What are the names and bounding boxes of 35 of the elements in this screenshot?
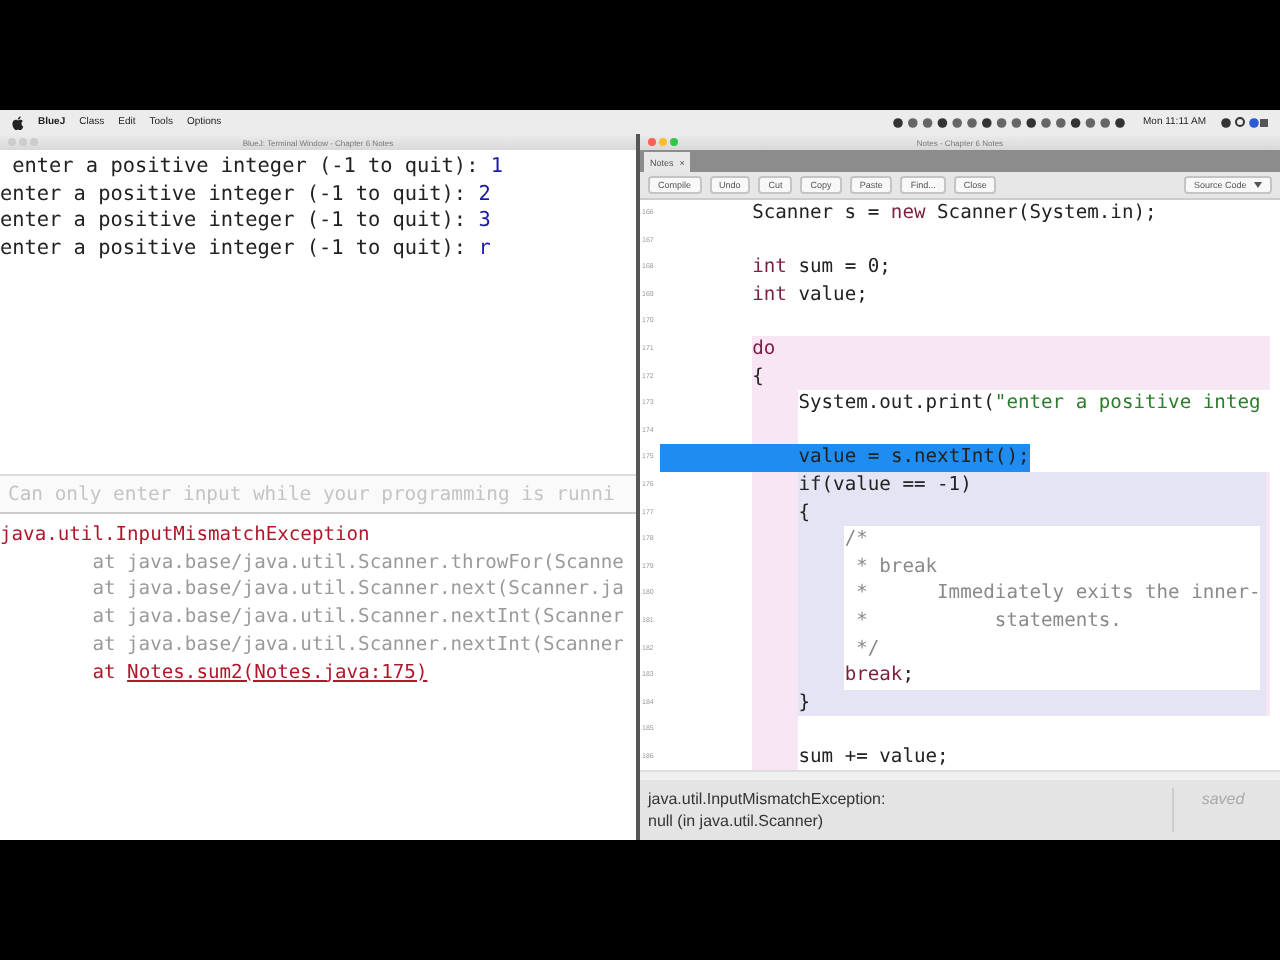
- code-line: Scanner s = new Scanner(System.in);: [750, 200, 1157, 228]
- status-message: java.util.InputMismatchException: null (in java.util.Scanner): [648, 788, 888, 832]
- code-line: int value;: [750, 281, 868, 309]
- code-line: }: [798, 689, 810, 717]
- code-line: */: [854, 635, 880, 663]
- code-line: sum += value;: [798, 743, 949, 770]
- apple-icon[interactable]: [12, 115, 24, 129]
- code-line: int sum = 0;: [750, 254, 891, 282]
- code-line: * break: [854, 553, 938, 581]
- code-line: {: [752, 363, 764, 391]
- code-line: {: [798, 499, 810, 527]
- window-controls-icon[interactable]: [646, 136, 682, 148]
- code-line: * statements.: [854, 607, 1122, 635]
- stack-frame: at Notes.sum2(Notes.java:175): [0, 659, 636, 687]
- stack-frame: at java.base/java.util.Scanner.next(Scanner.ja: [0, 576, 636, 605]
- code-line: * Immediately exits the inner-: [854, 580, 1261, 608]
- terminal-line: enter a positive integer (-1 to quit): r: [0, 235, 493, 262]
- scrollbar[interactable]: [640, 770, 1280, 780]
- source-link[interactable]: Notes.sum2(Notes.java:175): [127, 661, 428, 684]
- stack-frame: at java.base/java.util.Scanner.throwFor(Scanne: [0, 549, 636, 577]
- code-line: if(value == -1): [798, 471, 972, 500]
- terminal-line: enter a positive integer (-1 to quit): 2: [0, 181, 493, 208]
- stack-frame: at java.base/java.util.Scanner.nextInt(Scanner: [0, 631, 636, 660]
- terminal-line: enter a positive integer (-1 to quit): 3: [0, 208, 493, 235]
- code-line: do: [752, 335, 776, 364]
- stack-frame: at java.base/java.util.Scanner.nextInt(Scanner: [0, 604, 636, 632]
- code-line: System.out.print("enter a positive integ: [798, 390, 1261, 418]
- exception-name: java.util.InputMismatchException: [0, 522, 372, 550]
- caret-icon: [1254, 182, 1262, 188]
- code-line: break;: [844, 662, 914, 690]
- code-line: /*: [844, 526, 868, 554]
- menu-extras-icon[interactable]: [1220, 115, 1268, 129]
- status-icons-drawing[interactable]: [889, 115, 1129, 129]
- saved-label: saved: [1172, 788, 1272, 832]
- terminal-line: enter a positive integer (-1 to quit): 1: [10, 154, 505, 181]
